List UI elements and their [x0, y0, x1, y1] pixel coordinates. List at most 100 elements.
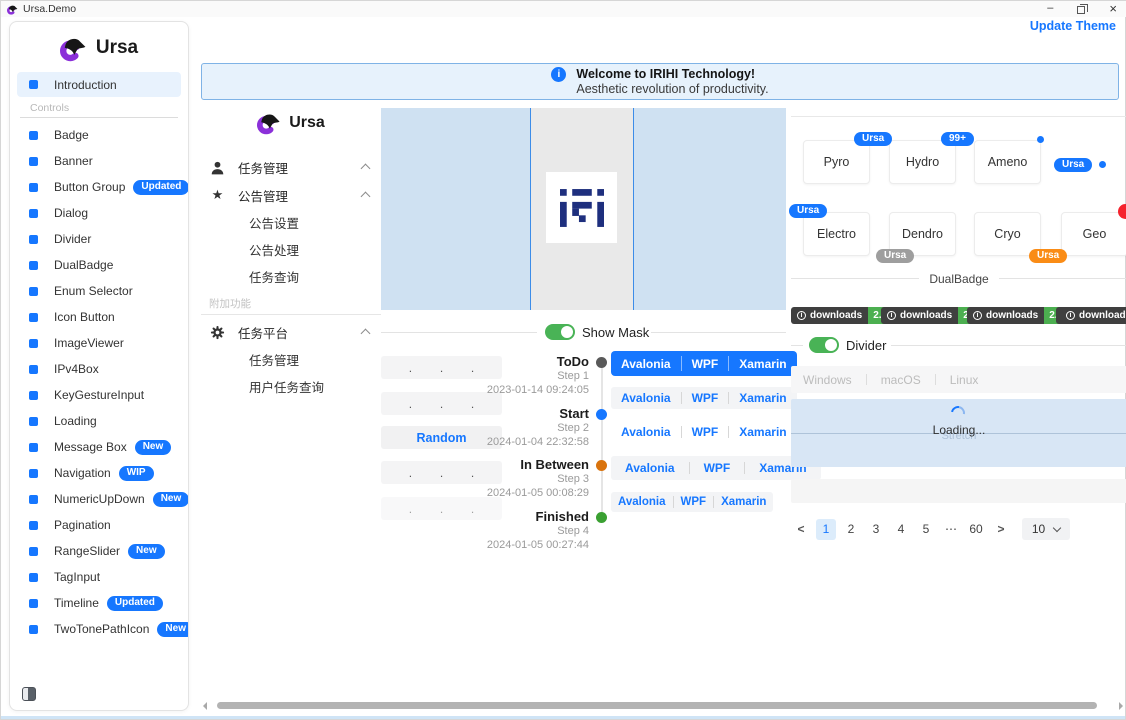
timeline-entry: Start Step 2 2024-01-04 22:32:58 [429, 406, 589, 449]
nav-sub-task-query[interactable]: 任务查询 [201, 263, 381, 290]
bullet-icon [29, 573, 38, 582]
button-avalonia[interactable]: Avalonia [611, 391, 681, 405]
horizontal-scrollbar[interactable] [199, 700, 1126, 712]
badge-card-pyro: Pyro [803, 140, 870, 184]
timeline-dot-finished [596, 512, 607, 523]
sidebar-item-rangeslider[interactable]: RangeSliderNew [17, 538, 181, 564]
page-button-2[interactable]: 2 [841, 519, 861, 540]
page-button-5[interactable]: 5 [916, 519, 936, 540]
badge-card-ameno: Ameno [974, 140, 1041, 184]
sidebar-item-divider[interactable]: Divider [17, 226, 181, 252]
bullet-icon [29, 261, 38, 270]
user-icon [210, 160, 225, 175]
divider-line [651, 332, 786, 333]
sidebar-item-button-group[interactable]: Button GroupUpdated [17, 174, 181, 200]
button-wpf[interactable]: WPF [682, 391, 729, 405]
divider-toggle-label: Divider [846, 338, 886, 353]
button-wpf[interactable]: WPF [690, 461, 745, 475]
button-xamarin[interactable]: Xamarin [714, 496, 773, 508]
sidebar-item-dialog[interactable]: Dialog [17, 200, 181, 226]
sidebar-item-taginput[interactable]: TagInput [17, 564, 181, 590]
sidebar-logo: Ursa [17, 24, 181, 72]
show-mask-toggle[interactable] [545, 324, 575, 340]
button-wpf[interactable]: WPF [682, 425, 729, 439]
next-page-button[interactable]: > [991, 519, 1011, 540]
sidebar-item-pagination[interactable]: Pagination [17, 512, 181, 538]
info-icon [797, 311, 806, 320]
button-wpf[interactable]: WPF [682, 357, 729, 371]
nav-group-announcement[interactable]: ★ 公告管理 [201, 181, 381, 209]
ursa-logo-icon [257, 111, 281, 135]
irihi-logo-icon [560, 189, 604, 227]
button-avalonia[interactable]: Avalonia [611, 357, 681, 371]
nav-sub-task-management[interactable]: 任务管理 [201, 346, 381, 373]
sidebar-item-numericupdown[interactable]: NumericUpDownNew [17, 486, 181, 512]
sidebar-item-keygestureinput[interactable]: KeyGestureInput [17, 382, 181, 408]
button-avalonia[interactable]: Avalonia [611, 425, 681, 439]
page-button-1[interactable]: 1 [816, 519, 836, 540]
sidebar-item-navigation[interactable]: NavigationWIP [17, 460, 181, 486]
nav-sub-user-task-query[interactable]: 用户任务查询 [201, 373, 381, 400]
scroll-left-icon[interactable] [203, 702, 207, 710]
vertical-divider [866, 374, 867, 385]
show-mask-label: Show Mask [582, 325, 649, 340]
nav-sub-announcement-settings[interactable]: 公告设置 [201, 209, 381, 236]
nav-group-task-management[interactable]: 任务管理 [201, 153, 381, 181]
sidebar-item-dualbadge[interactable]: DualBadge [17, 252, 181, 278]
status-badge: WIP [119, 466, 154, 481]
update-theme-button[interactable]: Update Theme [1030, 19, 1116, 33]
minimize-button[interactable]: – [1047, 2, 1053, 15]
star-icon: ★ [210, 188, 225, 203]
welcome-banner: i Welcome to IRIHI Technology! Aesthetic… [201, 63, 1119, 100]
sidebar-item-introduction[interactable]: Introduction [17, 72, 181, 97]
bullet-icon [29, 495, 38, 504]
sidebar-item-loading[interactable]: Loading [17, 408, 181, 434]
sidebar-item-ipv4box[interactable]: IPv4Box [17, 356, 181, 382]
info-icon [973, 311, 982, 320]
dualbadge-divider: DualBadge [791, 271, 1126, 286]
close-button[interactable]: × [1109, 2, 1117, 15]
button-avalonia[interactable]: Avalonia [611, 461, 689, 475]
prev-page-button[interactable]: < [791, 519, 811, 540]
nav-section-extras: 附加功能 [201, 290, 381, 315]
timeline-dot-start [596, 409, 607, 420]
sidebar-item-icon-button[interactable]: Icon Button [17, 304, 181, 330]
scrollbar-thumb[interactable] [217, 702, 1097, 709]
sidebar-collapse-icon[interactable] [22, 687, 36, 701]
info-icon [1066, 311, 1075, 320]
sidebar: Ursa Introduction Controls Badge Banner … [9, 21, 189, 711]
image-viewer[interactable] [381, 108, 786, 310]
status-badge: New [128, 544, 165, 559]
sidebar-item-imageviewer[interactable]: ImageViewer [17, 330, 181, 356]
page-button-60[interactable]: 60 [966, 519, 986, 540]
dualbadge-divider-label: DualBadge [929, 272, 988, 286]
bullet-icon [29, 287, 38, 296]
sidebar-item-enum-selector[interactable]: Enum Selector [17, 278, 181, 304]
page-ellipsis[interactable]: ⋯ [941, 519, 961, 540]
vertical-divider [935, 374, 936, 385]
bullet-icon [29, 599, 38, 608]
sidebar-item-banner[interactable]: Banner [17, 148, 181, 174]
spinner-icon [948, 403, 967, 422]
button-avalonia[interactable]: Avalonia [611, 496, 673, 508]
restore-button[interactable] [1077, 6, 1085, 14]
divider-toggle[interactable] [809, 337, 839, 353]
page-button-3[interactable]: 3 [866, 519, 886, 540]
viewer-mask-left [381, 108, 531, 310]
divider-demo-disabled: Windows macOS Linux [791, 366, 1126, 393]
button-wpf[interactable]: WPF [674, 496, 714, 508]
scroll-right-icon[interactable] [1119, 702, 1123, 710]
page-button-4[interactable]: 4 [891, 519, 911, 540]
sidebar-item-message-box[interactable]: Message BoxNew [17, 434, 181, 460]
sidebar-item-timeline[interactable]: TimelineUpdated [17, 590, 181, 616]
loading-label: Loading... [791, 423, 1126, 437]
info-icon [887, 311, 896, 320]
nav-group-task-platform[interactable]: 任务平台 [201, 318, 381, 346]
page-size-select[interactable]: 10 [1022, 518, 1070, 540]
nav-sub-announcement-processing[interactable]: 公告处理 [201, 236, 381, 263]
sidebar-item-badge[interactable]: Badge [17, 122, 181, 148]
timeline-dot-todo [596, 357, 607, 368]
bullet-icon [29, 547, 38, 556]
sidebar-item-twotonepathicon[interactable]: TwoTonePathIconNew [17, 616, 181, 642]
divider-line [791, 345, 803, 346]
